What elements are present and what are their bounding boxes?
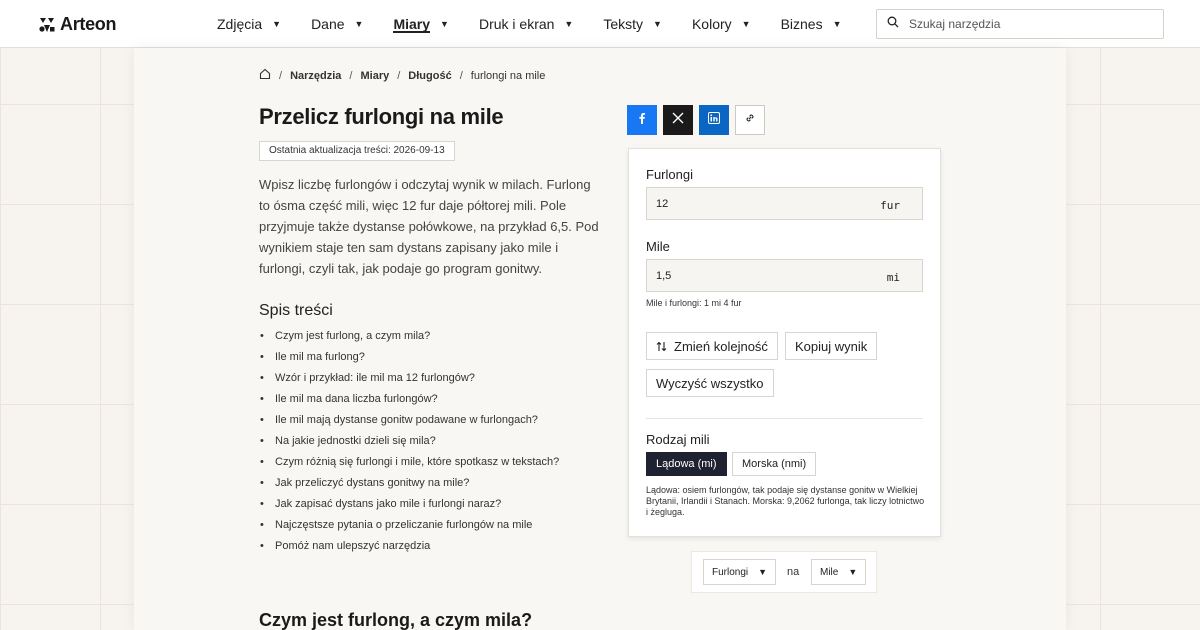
- to-field-label: Mile: [646, 239, 670, 254]
- facebook-icon: [636, 111, 648, 129]
- nav-item-label: Kolory: [691, 16, 732, 32]
- from-unit-select[interactable]: Furlongi ▼: [703, 559, 777, 585]
- breadcrumb-current: furlongi na mile: [470, 69, 546, 82]
- swap-button-label: Zmień kolejność: [674, 338, 768, 354]
- copy-result-label: Kopiuj wynik: [795, 338, 868, 354]
- chevron-down-icon: ▼: [832, 19, 842, 29]
- main-nav: Zdjęcia ▼ Dane ▼ Miary ▼ Druk i ekran ▼ …: [217, 0, 872, 48]
- toc-link[interactable]: Jak zapisać dystans jako mile i furlongi…: [259, 497, 559, 518]
- swap-icon: [656, 341, 667, 352]
- chevron-down-icon: ▼: [848, 567, 858, 577]
- miles-input[interactable]: [656, 260, 856, 291]
- facebook-share-button[interactable]: [627, 105, 657, 135]
- breadcrumb-link-dlugosc[interactable]: Długość: [408, 70, 451, 82]
- mixed-result-note: Mile i furlongi: 1 mi 4 fur: [646, 298, 742, 308]
- home-icon[interactable]: [259, 68, 271, 83]
- toc-link[interactable]: Czym różnią się furlongi i mile, które s…: [259, 455, 559, 476]
- toc-link[interactable]: Jak przeliczyć dystans gonitwy na mile?: [259, 476, 559, 497]
- nav-item-kolory[interactable]: Kolory ▼: [692, 0, 751, 48]
- chevron-down-icon: ▼: [741, 19, 751, 29]
- nav-item-biznes[interactable]: Biznes ▼: [781, 0, 842, 48]
- nav-item-dane[interactable]: Dane ▼: [311, 0, 363, 48]
- mile-type-option-label: Morska (nmi): [742, 458, 807, 470]
- toc-link[interactable]: Na jakie jednostki dzieli się mila?: [259, 434, 559, 455]
- mile-type-note: Lądowa: osiem furlongów, tak podaje się …: [646, 485, 925, 517]
- breadcrumb-link-miary[interactable]: Miary: [360, 70, 389, 82]
- chevron-down-icon: ▼: [758, 567, 768, 577]
- chevron-down-icon: ▼: [440, 19, 449, 29]
- toc-link[interactable]: Pomóż nam ulepszyć narzędzia: [259, 539, 559, 560]
- nav-item-teksty[interactable]: Teksty ▼: [603, 0, 662, 48]
- chevron-down-icon: ▼: [272, 19, 282, 29]
- intro-text: Wpisz liczbę furlongów i odczytaj wynik …: [259, 177, 599, 276]
- nav-item-label: Miary: [393, 16, 431, 32]
- chevron-down-icon: ▼: [564, 19, 574, 29]
- copy-link-button[interactable]: [735, 105, 765, 135]
- mile-type-land-option[interactable]: Lądowa (mi): [646, 452, 727, 476]
- to-unit-select[interactable]: Mile ▼: [811, 559, 867, 585]
- link-icon: [744, 111, 756, 129]
- search-input[interactable]: [909, 17, 1149, 31]
- toc-link[interactable]: Czym jest furlong, a czym mila?: [259, 329, 559, 350]
- to-unit-value: Mile: [820, 566, 839, 578]
- furlongs-input[interactable]: [656, 188, 856, 219]
- breadcrumb-separator: /: [279, 69, 283, 82]
- brand-name: Arteon: [60, 14, 117, 34]
- toc-link[interactable]: Ile mil mają dystanse gonitw podawane w …: [259, 413, 559, 434]
- nav-item-label: Biznes: [780, 16, 823, 32]
- breadcrumb-separator: /: [459, 69, 463, 82]
- chevron-down-icon: ▼: [354, 19, 364, 29]
- swap-button[interactable]: Zmień kolejność: [646, 332, 778, 360]
- linkedin-icon: [708, 111, 720, 129]
- nav-item-zdjecia[interactable]: Zdjęcia ▼: [217, 0, 281, 48]
- miles-unit: mi: [886, 271, 900, 284]
- clear-all-button[interactable]: Wyczyść wszystko: [646, 369, 774, 397]
- mile-type-option-label: Lądowa (mi): [656, 458, 717, 470]
- last-updated-badge: Ostatnia aktualizacja treści: 2026-09-13: [259, 141, 455, 161]
- furlongs-field[interactable]: fur: [646, 187, 923, 220]
- mile-type-label: Rodzaj mili: [646, 432, 710, 447]
- table-of-contents: Czym jest furlong, a czym mila? Ile mil …: [259, 329, 559, 560]
- search-box[interactable]: [876, 9, 1164, 39]
- toc-link[interactable]: Najczęstsze pytania o przeliczanie furlo…: [259, 518, 559, 539]
- page-title: Przelicz furlongi na mile: [259, 104, 504, 129]
- toc-title: Spis treści: [259, 302, 333, 319]
- from-unit-value: Furlongi: [712, 566, 749, 578]
- miles-field[interactable]: mi: [646, 259, 923, 292]
- nav-item-miary[interactable]: Miary ▼: [393, 0, 449, 48]
- x-icon: [672, 111, 684, 129]
- breadcrumb-separator: /: [349, 69, 353, 82]
- copy-result-button[interactable]: Kopiuj wynik: [785, 332, 878, 360]
- toc-link[interactable]: Ile mil ma dana liczba furlongów?: [259, 392, 559, 413]
- nav-item-label: Zdjęcia: [217, 16, 263, 32]
- breadcrumb: / Narzędzia / Miary / Długość / furlongi…: [259, 68, 545, 83]
- unit-connector: na: [787, 566, 800, 578]
- nav-item-label: Dane: [311, 16, 345, 32]
- linkedin-share-button[interactable]: [699, 105, 729, 135]
- mile-type-nautical-option[interactable]: Morska (nmi): [732, 452, 817, 476]
- chevron-down-icon: ▼: [653, 19, 662, 29]
- search-icon: [887, 15, 899, 33]
- nav-item-label: Druk i ekran: [478, 16, 555, 32]
- x-share-button[interactable]: [663, 105, 693, 135]
- brand-logo-icon: [39, 17, 55, 33]
- nav-item-label: Teksty: [603, 16, 644, 32]
- divider: [646, 418, 923, 419]
- section-heading: Czym jest furlong, a czym mila?: [259, 610, 533, 630]
- brand-logo[interactable]: Arteon: [39, 14, 117, 35]
- from-field-label: Furlongi: [646, 167, 693, 182]
- clear-all-label: Wyczyść wszystko: [656, 375, 764, 391]
- share-buttons: [627, 105, 765, 135]
- furlongs-unit: fur: [880, 199, 900, 212]
- breadcrumb-link-narzedzia[interactable]: Narzędzia: [290, 70, 341, 82]
- toc-link[interactable]: Wzór i przykład: ile mil ma 12 furlongów…: [259, 371, 559, 392]
- top-navigation-bar: Arteon Zdjęcia ▼ Dane ▼ Miary ▼ Druk i e…: [0, 0, 1200, 48]
- nav-item-druk-i-ekran[interactable]: Druk i ekran ▼: [479, 0, 573, 48]
- breadcrumb-separator: /: [397, 69, 401, 82]
- toc-link[interactable]: Ile mil ma furlong?: [259, 350, 559, 371]
